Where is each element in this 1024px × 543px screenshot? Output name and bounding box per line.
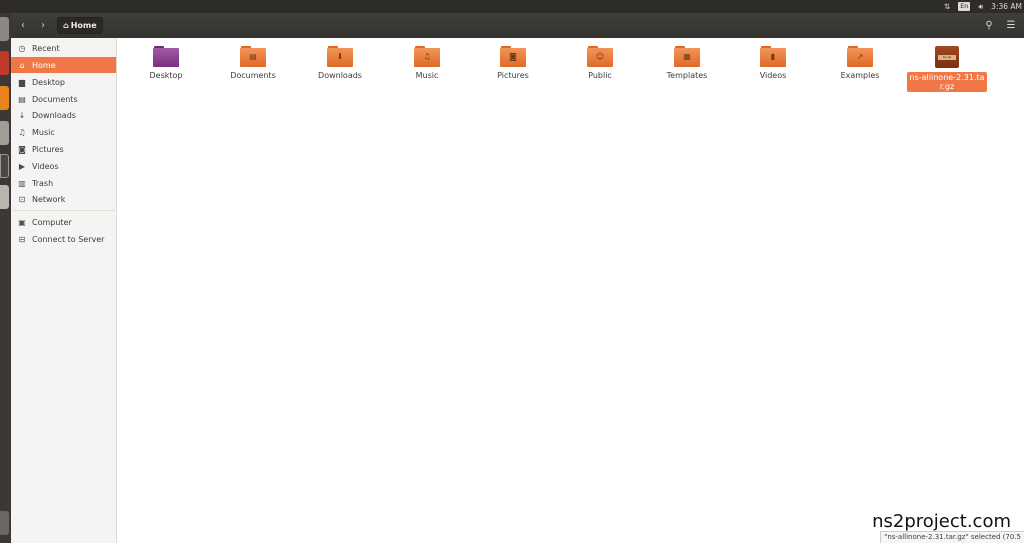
sidebar-item-label: Recent xyxy=(32,43,60,53)
file-item-videos[interactable]: ▮ Videos xyxy=(731,46,815,80)
archive-icon: tar.gz xyxy=(935,46,959,68)
keyboard-layout-label: En xyxy=(958,2,971,11)
search-button[interactable]: ⚲ xyxy=(980,17,998,35)
clock[interactable]: 3:36 AM xyxy=(991,2,1022,11)
volume-icon[interactable]: 🔊︎ xyxy=(978,2,983,12)
document-icon: ▤ xyxy=(18,94,26,104)
view-menu-button[interactable]: ☰ xyxy=(1002,17,1020,35)
watermark: ns2project.com xyxy=(872,511,1011,532)
camera-icon: ◙ xyxy=(18,144,26,154)
file-name: Desktop xyxy=(149,71,183,80)
templates-folder-icon: ▦ xyxy=(674,46,700,67)
sidebar-item-label: Computer xyxy=(32,217,72,227)
list-view-icon: ☰ xyxy=(1006,20,1016,31)
launcher-item-app[interactable] xyxy=(0,51,9,75)
desktop-folder-icon xyxy=(153,46,179,67)
file-name: Documents xyxy=(230,71,276,80)
sidebar-item-label: Downloads xyxy=(32,110,76,120)
sidebar-item-network[interactable]: ⊡ Network xyxy=(11,191,116,207)
sidebar-item-documents[interactable]: ▤ Documents xyxy=(11,91,116,107)
search-icon: ⚲ xyxy=(985,20,993,31)
file-view[interactable]: Desktop ▤ Documents ⬇ Downloads ♫ Music … xyxy=(118,38,1024,543)
sidebar-item-trash[interactable]: ▥ Trash xyxy=(11,175,116,191)
file-item-downloads[interactable]: ⬇ Downloads xyxy=(298,46,382,80)
launcher-item-settings[interactable] xyxy=(0,121,9,145)
download-icon: ↓ xyxy=(18,110,26,120)
sidebar-item-label: Connect to Server xyxy=(32,234,105,244)
chevron-right-icon: › xyxy=(41,20,45,31)
file-item-desktop[interactable]: Desktop xyxy=(124,46,208,80)
sidebar-item-computer[interactable]: ▣ Computer xyxy=(11,214,116,230)
sidebar-item-music[interactable]: ♫ Music xyxy=(11,124,116,140)
places-sidebar: ◷ Recent ⌂ Home ▆ Desktop ▤ Documents ↓ Downl… xyxy=(11,38,117,543)
examples-folder-icon: ↗ xyxy=(847,46,873,67)
file-item-ns-allinone-archive[interactable]: tar.gz ns-allinone-2.31.tar.gz xyxy=(905,46,989,92)
breadcrumb-home[interactable]: ⌂ Home xyxy=(57,17,103,34)
file-item-documents[interactable]: ▤ Documents xyxy=(211,46,295,80)
video-icon: ▶ xyxy=(18,161,26,171)
sidebar-item-label: Home xyxy=(32,60,56,70)
launcher-item-files[interactable] xyxy=(0,17,9,41)
back-button[interactable]: ‹ xyxy=(15,18,31,34)
file-name: Downloads xyxy=(318,71,362,80)
sidebar-item-label: Trash xyxy=(32,178,54,188)
file-item-examples[interactable]: ↗ Examples xyxy=(818,46,902,80)
top-panel: ⇅ En 🔊︎ 3:36 AM xyxy=(0,0,1024,13)
folder-icon: ▆ xyxy=(18,77,26,87)
network-icon[interactable]: ⇅ xyxy=(944,2,950,11)
file-name: Music xyxy=(415,71,439,80)
trash-icon: ▥ xyxy=(18,178,26,188)
home-icon: ⌂ xyxy=(19,60,25,70)
sidebar-item-label: Desktop xyxy=(32,77,65,87)
computer-icon: ▣ xyxy=(18,217,26,227)
sidebar-item-label: Videos xyxy=(32,161,59,171)
file-name: Examples xyxy=(840,71,880,80)
status-bar: "ns-allinone-2.31.tar.gz" selected (70.5 xyxy=(880,531,1024,543)
launcher xyxy=(0,13,11,543)
sidebar-item-videos[interactable]: ▶ Videos xyxy=(11,158,116,174)
home-icon: ⌂ xyxy=(63,21,69,30)
keyboard-indicator[interactable]: En xyxy=(958,2,971,11)
launcher-item-usb[interactable] xyxy=(0,185,9,209)
file-item-public[interactable]: ☺ Public xyxy=(558,46,642,80)
sidebar-item-label: Documents xyxy=(32,94,78,104)
public-folder-icon: ☺ xyxy=(587,46,613,67)
launcher-item-trash[interactable] xyxy=(0,511,9,535)
file-name: Pictures xyxy=(497,71,529,80)
file-name: ns-allinone-2.31.tar.gz xyxy=(907,72,987,92)
documents-folder-icon: ▤ xyxy=(240,46,266,67)
header-bar: ‹ › ⌂ Home ⚲ ☰ xyxy=(11,13,1024,38)
sidebar-divider xyxy=(13,210,115,211)
breadcrumb-label: Home xyxy=(70,21,97,30)
launcher-item-terminal[interactable] xyxy=(0,154,9,178)
music-icon: ♫ xyxy=(18,127,26,137)
network-icon: ⊡ xyxy=(18,194,26,204)
file-name: Public xyxy=(588,71,612,80)
file-name: Videos xyxy=(759,71,787,80)
sidebar-item-label: Music xyxy=(32,127,55,137)
launcher-item-firefox[interactable] xyxy=(0,86,9,110)
sidebar-item-connect-to-server[interactable]: ⊟ Connect to Server xyxy=(11,231,116,247)
music-folder-icon: ♫ xyxy=(414,46,440,67)
videos-folder-icon: ▮ xyxy=(760,46,786,67)
file-item-music[interactable]: ♫ Music xyxy=(385,46,469,80)
forward-button[interactable]: › xyxy=(35,18,51,34)
file-name: Templates xyxy=(666,71,708,80)
pictures-folder-icon: ◙ xyxy=(500,46,526,67)
chevron-left-icon: ‹ xyxy=(21,20,25,31)
sidebar-item-pictures[interactable]: ◙ Pictures xyxy=(11,141,116,157)
server-icon: ⊟ xyxy=(18,234,26,244)
file-item-templates[interactable]: ▦ Templates xyxy=(645,46,729,80)
sidebar-item-downloads[interactable]: ↓ Downloads xyxy=(11,107,116,123)
file-item-pictures[interactable]: ◙ Pictures xyxy=(471,46,555,80)
sidebar-item-desktop[interactable]: ▆ Desktop xyxy=(11,74,116,90)
sidebar-item-label: Network xyxy=(32,194,66,204)
sidebar-item-home[interactable]: ⌂ Home xyxy=(11,57,116,73)
downloads-folder-icon: ⬇ xyxy=(327,46,353,67)
sidebar-item-recent[interactable]: ◷ Recent xyxy=(11,40,116,56)
sidebar-item-label: Pictures xyxy=(32,144,64,154)
clock-icon: ◷ xyxy=(18,43,26,53)
